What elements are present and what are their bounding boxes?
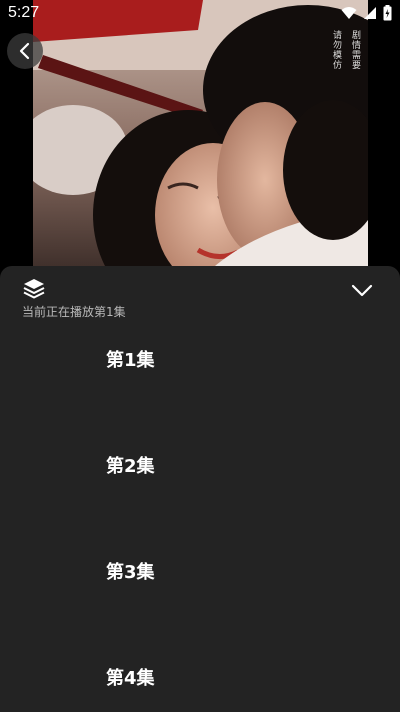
episode-item-3[interactable]: 第3集	[0, 538, 400, 598]
chevron-down-icon	[351, 284, 373, 297]
episode-label: 第1集	[106, 350, 155, 371]
signal-icon	[364, 7, 376, 19]
video-frame[interactable]	[33, 0, 368, 300]
episode-sheet: 当前正在播放第1集 第1集 第2集 第3集 第4集	[0, 266, 400, 712]
battery-icon	[383, 5, 392, 21]
wifi-icon	[341, 7, 357, 19]
watermark-line-1: 剧情需要	[350, 30, 360, 70]
status-icons	[341, 5, 392, 21]
episode-item-4[interactable]: 第4集	[0, 644, 400, 704]
episode-label: 第3集	[106, 562, 155, 583]
episode-label: 第4集	[106, 668, 155, 689]
episode-item-2[interactable]: 第2集	[0, 432, 400, 492]
back-button[interactable]	[7, 33, 43, 69]
video-player[interactable]: 剧情需要 请勿模仿	[0, 0, 400, 300]
video-watermark: 剧情需要 请勿模仿	[330, 30, 362, 70]
episode-label: 第2集	[106, 456, 155, 477]
collapse-button[interactable]	[350, 280, 374, 300]
layers-icon	[23, 279, 45, 299]
watermark-line-2: 请勿模仿	[331, 30, 341, 70]
status-time: 5:27	[8, 4, 40, 21]
player-screen: 剧情需要 请勿模仿 5:27 当前正在播放第1集 第1集 第2集 第3集 第4集	[0, 0, 400, 712]
current-episode-text: 当前正在播放第1集	[22, 305, 126, 319]
video-scene-image	[33, 0, 368, 300]
status-bar: 5:27	[0, 0, 400, 28]
episode-item-1[interactable]: 第1集	[0, 326, 400, 386]
chevron-left-icon	[19, 42, 30, 60]
